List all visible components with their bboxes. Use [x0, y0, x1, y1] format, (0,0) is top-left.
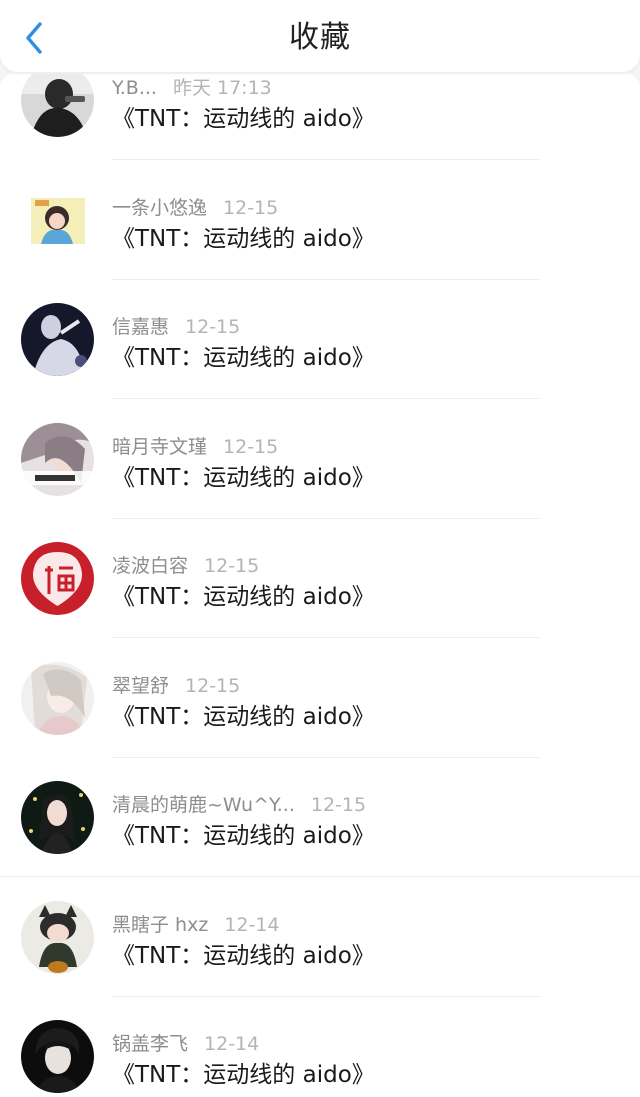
username: 凌波白容 — [112, 555, 189, 577]
avatar[interactable] — [21, 542, 94, 615]
username: 清晨的萌鹿~Wu^Y... — [112, 794, 295, 816]
username: 翠望舒 — [112, 675, 170, 697]
avatar[interactable] — [21, 1020, 94, 1093]
item-title: 《TNT：运动线的 aido》 — [112, 226, 375, 252]
avatar[interactable] — [21, 303, 94, 376]
username: 信嘉惠 — [112, 316, 170, 338]
item-meta: 清晨的萌鹿~Wu^Y... 12-15 — [112, 793, 366, 817]
item-title: 《TNT：运动线的 aido》 — [112, 345, 375, 371]
item-meta: 一条小悠逸 12-15 — [112, 196, 278, 220]
avatar[interactable] — [21, 423, 94, 496]
item-meta: 翠望舒 12-15 — [112, 674, 240, 698]
item-title: 《TNT：运动线的 aido》 — [112, 584, 375, 610]
username: 黑瞎子 hxz — [112, 914, 209, 936]
username: 暗月寺文瑾 — [112, 436, 208, 458]
item-meta: Y.B... 昨天 17:13 — [112, 76, 272, 100]
username: Y.B... — [112, 77, 157, 99]
item-title: 《TNT：运动线的 aido》 — [112, 106, 375, 132]
list-item[interactable]: 黑瞎子 hxz 12-14 《TNT：运动线的 aido》 — [0, 877, 640, 997]
list-item[interactable]: 信嘉惠 12-15 《TNT：运动线的 aido》 — [0, 279, 640, 399]
avatar[interactable] — [21, 184, 94, 257]
favorites-list[interactable]: Y.B... 昨天 17:13 《TNT：运动线的 aido》 一条小悠逸 12-1… — [0, 74, 640, 1097]
favorites-screen: 收藏 Y.B... 昨天 17:13 《TNT：运动线的 aido》 一条小悠逸… — [0, 0, 640, 1097]
list-item[interactable]: 锅盖李飞 12-14 《TNT：运动线的 aido》 — [0, 996, 640, 1097]
item-title: 《TNT：运动线的 aido》 — [112, 1062, 375, 1088]
list-item[interactable]: Y.B... 昨天 17:13 《TNT：运动线的 aido》 — [0, 74, 640, 160]
timestamp: 12-15 — [204, 555, 260, 577]
avatar[interactable] — [21, 74, 94, 137]
timestamp: 12-15 — [223, 436, 279, 458]
timestamp: 12-14 — [224, 914, 280, 936]
item-title: 《TNT：运动线的 aido》 — [112, 823, 375, 849]
timestamp: 12-15 — [310, 794, 367, 816]
list-item[interactable]: 清晨的萌鹿~Wu^Y... 12-15 《TNT：运动线的 aido》 — [0, 757, 640, 877]
page-title: 收藏 — [289, 20, 351, 55]
item-meta: 凌波白容 12-15 — [112, 554, 259, 578]
list-item[interactable]: 暗月寺文瑾 12-15 《TNT：运动线的 aido》 — [0, 399, 640, 519]
username: 一条小悠逸 — [112, 197, 208, 219]
timestamp: 昨天 17:13 — [172, 77, 272, 99]
item-meta: 暗月寺文瑾 12-15 — [112, 435, 278, 459]
avatar[interactable] — [21, 662, 94, 735]
timestamp: 12-15 — [223, 197, 279, 219]
list-item[interactable]: 翠望舒 12-15 《TNT：运动线的 aido》 — [0, 638, 640, 758]
item-title: 《TNT：运动线的 aido》 — [112, 943, 375, 969]
item-meta: 锅盖李飞 12-14 — [112, 1032, 259, 1056]
list-item[interactable]: 一条小悠逸 12-15 《TNT：运动线的 aido》 — [0, 160, 640, 280]
avatar[interactable] — [21, 901, 94, 974]
avatar[interactable] — [21, 781, 94, 854]
item-meta: 信嘉惠 12-15 — [112, 315, 240, 339]
username: 锅盖李飞 — [112, 1033, 189, 1055]
item-meta: 黑瞎子 hxz 12-14 — [112, 913, 280, 937]
timestamp: 12-15 — [185, 316, 241, 338]
nav-bar: 收藏 — [0, 0, 640, 72]
timestamp: 12-15 — [185, 675, 241, 697]
list-item[interactable]: 凌波白容 12-15 《TNT：运动线的 aido》 — [0, 518, 640, 638]
item-title: 《TNT：运动线的 aido》 — [112, 465, 375, 491]
timestamp: 12-14 — [204, 1033, 260, 1055]
item-title: 《TNT：运动线的 aido》 — [112, 704, 375, 730]
